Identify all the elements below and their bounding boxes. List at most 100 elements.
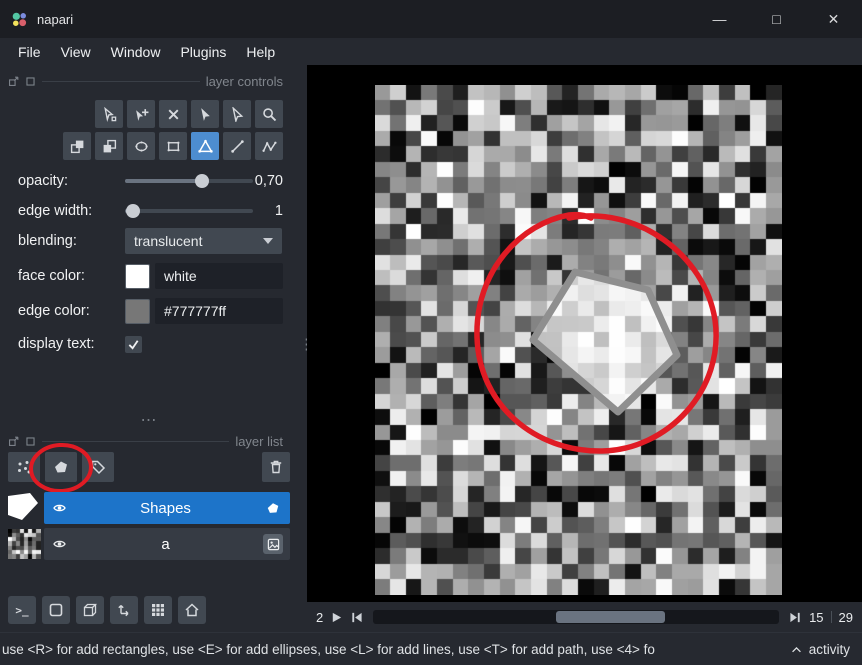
edge-width-value: 1	[274, 203, 283, 219]
magnifier-icon	[262, 107, 276, 121]
close-button[interactable]: ✕	[805, 0, 862, 38]
splitter-grip-icon: ⋮	[299, 337, 314, 352]
tool-direct-select-button[interactable]	[223, 100, 251, 128]
skip-start-icon	[352, 612, 362, 622]
edge-width-slider-track[interactable]	[125, 209, 253, 213]
edge-color-swatch[interactable]	[125, 298, 150, 324]
visibility-eye-button[interactable]	[51, 501, 68, 515]
layer-name: a	[161, 535, 170, 553]
layer-row-a[interactable]: a	[8, 528, 290, 560]
square-2d-icon	[49, 603, 63, 617]
tool-add-path-button[interactable]	[255, 132, 283, 160]
visibility-eye-button[interactable]	[51, 537, 68, 551]
console-icon: >_	[15, 603, 29, 617]
layer-controls-header: layer controls	[8, 73, 283, 89]
viewer-buttons: >_	[8, 596, 206, 624]
menu-item-file[interactable]: File	[8, 44, 51, 60]
edge-color-field[interactable]: #777777ff	[155, 298, 283, 324]
ndisplay-button[interactable]	[42, 596, 70, 624]
cube-icon	[83, 603, 98, 617]
play-icon	[333, 612, 342, 622]
new-labels-layer-button[interactable]	[82, 452, 114, 482]
tool-move-back-button[interactable]	[63, 132, 91, 160]
maximize-button[interactable]: □	[748, 0, 805, 38]
shape-tools-row-2	[63, 132, 283, 160]
left-panel: layer controls opacity: 0,70 edge width:…	[0, 65, 299, 632]
napari-logo-icon	[12, 12, 27, 26]
current-step[interactable]: 15	[809, 610, 823, 625]
tool-select-shapes-button[interactable]	[191, 100, 219, 128]
skip-end-button[interactable]	[789, 611, 802, 624]
opacity-slider[interactable]	[125, 168, 253, 194]
home-button[interactable]	[178, 596, 206, 624]
new-shapes-layer-button[interactable]	[45, 452, 77, 482]
ellipse-icon	[134, 140, 148, 152]
move-back-icon	[70, 140, 83, 153]
float-panel-icon[interactable]	[8, 76, 19, 87]
layer-buttons-row	[8, 452, 290, 482]
menu-item-plugins[interactable]: Plugins	[170, 44, 236, 60]
hide-panel-icon[interactable]	[25, 436, 36, 447]
skip-start-button[interactable]	[350, 611, 363, 624]
edge-width-slider-handle[interactable]	[125, 204, 140, 218]
tool-add-ellipse-button[interactable]	[127, 132, 155, 160]
menu-item-help[interactable]: Help	[236, 44, 285, 60]
canvas-viewport[interactable]	[307, 65, 862, 602]
status-message: use <R> for add rectangles, use <E> for …	[2, 641, 655, 657]
blending-value: translucent	[134, 233, 203, 249]
tool-vertex-insert-button[interactable]	[127, 100, 155, 128]
tool-select-vertices-button[interactable]	[95, 100, 123, 128]
display-text-label: display text:	[18, 336, 95, 352]
statusbar: use <R> for add rectangles, use <E> for …	[0, 632, 862, 665]
napari-window: napari — □ ✕ File View Window Plugins He…	[0, 0, 862, 665]
play-button[interactable]	[330, 611, 343, 624]
minimize-button[interactable]: —	[691, 0, 748, 38]
layer-list-title: layer list	[235, 433, 283, 449]
face-color-swatch[interactable]	[125, 263, 150, 289]
console-button[interactable]: >_	[8, 596, 36, 624]
tool-pan-zoom-button[interactable]	[255, 100, 283, 128]
tool-add-line-button[interactable]	[223, 132, 251, 160]
new-points-layer-button[interactable]	[8, 452, 40, 482]
dock-splitter-handle[interactable]: ⋯	[0, 413, 299, 429]
labels-layer-icon	[91, 460, 106, 475]
blending-label: blending:	[18, 233, 77, 249]
checkmark-icon	[128, 339, 139, 350]
activity-button[interactable]: activity	[791, 642, 850, 657]
hide-panel-icon[interactable]	[25, 76, 36, 87]
canvas-overlay	[474, 211, 719, 454]
edge-width-label: edge width:	[18, 203, 93, 219]
face-color-field[interactable]: white	[155, 263, 283, 289]
menu-item-view[interactable]: View	[51, 44, 101, 60]
menubar: File View Window Plugins Help	[0, 38, 862, 65]
dims-slider-handle[interactable]	[555, 611, 666, 623]
tool-add-polygon-button[interactable]	[191, 132, 219, 160]
layer-row-shapes[interactable]: Shapes	[8, 492, 290, 524]
edge-color-label: edge color:	[18, 303, 90, 319]
roll-dims-button[interactable]	[76, 596, 104, 624]
edge-width-slider[interactable]	[125, 198, 253, 224]
tool-add-rectangle-button[interactable]	[159, 132, 187, 160]
maximize-icon: □	[772, 11, 781, 27]
float-panel-icon[interactable]	[8, 436, 19, 447]
layer-name: Shapes	[140, 499, 191, 517]
dims-slider[interactable]	[373, 610, 780, 624]
window-title: napari	[37, 11, 74, 27]
dims-axis-label: 2	[316, 609, 324, 625]
path-icon	[261, 141, 277, 152]
opacity-slider-handle[interactable]	[194, 174, 209, 188]
transpose-icon	[118, 605, 129, 617]
transpose-button[interactable]	[110, 596, 138, 624]
blending-dropdown[interactable]: translucent	[125, 228, 282, 254]
grid-button[interactable]	[144, 596, 172, 624]
delete-layer-button[interactable]	[262, 452, 290, 482]
tool-move-front-button[interactable]	[95, 132, 123, 160]
line-icon	[230, 139, 244, 153]
display-text-checkbox[interactable]	[125, 335, 142, 353]
opacity-value: 0,70	[254, 173, 283, 189]
tool-vertex-remove-button[interactable]	[159, 100, 187, 128]
menu-item-window[interactable]: Window	[101, 44, 171, 60]
shapes-polygon[interactable]	[529, 268, 681, 416]
layer-thumbnail	[8, 529, 41, 559]
panel-splitter[interactable]: ⋮	[299, 65, 314, 632]
